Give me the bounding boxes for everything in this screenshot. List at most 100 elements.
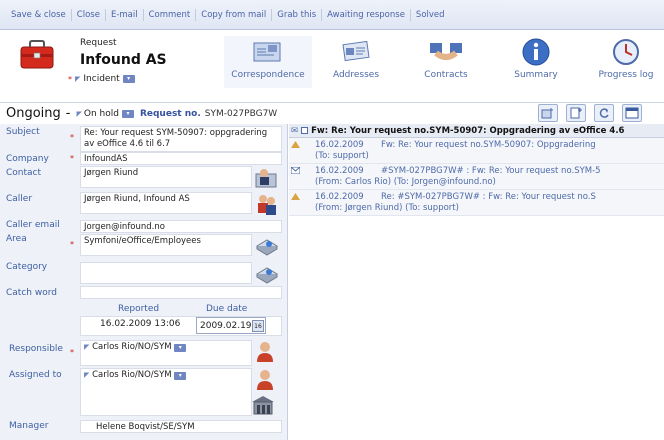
- catchword-field[interactable]: [80, 286, 282, 299]
- reported-value: 16.02.2009 13:06: [100, 319, 181, 329]
- subject-field[interactable]: Re: Your request SYM-50907: oppgradering…: [80, 126, 282, 152]
- area-label: Area: [6, 234, 27, 244]
- subject-label: Subject: [6, 127, 40, 137]
- tab-progress-log[interactable]: Progress log: [585, 36, 664, 88]
- refresh-icon[interactable]: [594, 104, 614, 122]
- building-icon[interactable]: [250, 392, 276, 419]
- category-field[interactable]: [80, 262, 252, 284]
- comment-button[interactable]: Comment: [144, 8, 197, 21]
- mail-subject: #SYM-027PBG7W# : Fw: Re: Your request no…: [381, 166, 601, 176]
- awaiting-response-button[interactable]: Awaiting response: [322, 8, 411, 21]
- responsible-value: Carlos Rio/NO/SYM: [92, 342, 172, 352]
- outgoing-mail-icon: [291, 193, 300, 200]
- assigned-value: Carlos Rio/NO/SYM: [92, 370, 172, 380]
- flag-icon: ◤: [76, 109, 82, 118]
- category-label: Category: [6, 262, 48, 272]
- close-button[interactable]: Close: [72, 8, 106, 21]
- outgoing-mail-icon: [291, 141, 300, 148]
- person-icon[interactable]: [254, 340, 276, 367]
- contact-label: Contact: [6, 168, 42, 178]
- assigned-field[interactable]: ◤ Carlos Rio/NO/SYM ▾: [80, 368, 252, 416]
- correspondence-panel: ✉ Fw: Re: Your request no.SYM-50907: Opp…: [289, 124, 664, 440]
- mail-party: (To: support): [315, 151, 369, 161]
- manager-field[interactable]: Helene Boqvist/SE/SYM: [80, 420, 282, 433]
- handshake-icon: [428, 39, 464, 68]
- dropdown-arrow-icon[interactable]: ▾: [121, 109, 134, 118]
- copy-from-mail-button[interactable]: Copy from mail: [196, 8, 273, 21]
- mail-date: 16.02.2009: [315, 140, 364, 150]
- caller-email-field[interactable]: Jorgen@infound.no: [80, 220, 282, 233]
- required-star-icon: *: [70, 133, 74, 142]
- tab-contracts[interactable]: Contracts: [402, 36, 490, 88]
- due-date-value: 2009.02.19: [200, 320, 252, 331]
- request-type-label: Request: [80, 38, 117, 48]
- mail-row[interactable]: 16.02.2009 #SYM-027PBG7W# : Fw: Re: Your …: [289, 164, 664, 190]
- category-picker-icon[interactable]: [254, 262, 280, 287]
- flag-icon: ◤: [84, 343, 90, 351]
- address-card-icon: [340, 39, 372, 68]
- request-form: Subject * Re: Your request SYM-50907: op…: [0, 124, 288, 440]
- status-separator: -: [65, 106, 71, 121]
- people-icon[interactable]: [254, 192, 280, 219]
- responsible-field[interactable]: ◤ Carlos Rio/NO/SYM ▾: [80, 340, 252, 366]
- required-star-icon: *: [70, 348, 74, 357]
- due-date-field[interactable]: 2009.02.19 16: [196, 317, 266, 334]
- email-button[interactable]: E-mail: [106, 8, 144, 21]
- tab-progress-log-label: Progress log: [598, 70, 654, 80]
- calendar-button[interactable]: 16: [252, 319, 264, 332]
- status-icon-group: [538, 104, 642, 122]
- customer-name: Infound AS: [80, 52, 167, 68]
- expand-icon[interactable]: [301, 127, 309, 134]
- tab-addresses[interactable]: Addresses: [312, 36, 400, 88]
- save-close-button[interactable]: Save & close: [6, 8, 72, 21]
- tab-correspondence-label: Correspondence: [231, 70, 305, 80]
- request-category[interactable]: * ◤ Incident ▾: [68, 74, 135, 84]
- catchword-label: Catch word: [6, 288, 57, 298]
- add-document-icon[interactable]: [566, 104, 586, 122]
- mail-row[interactable]: 16.02.2009 Fw: Re: Your request no.SYM-50…: [289, 138, 664, 164]
- contact-card-icon[interactable]: [254, 166, 280, 191]
- request-category-value: Incident: [83, 74, 120, 84]
- company-field[interactable]: InfoundAS: [80, 152, 282, 165]
- caller-email-label: Caller email: [6, 220, 60, 230]
- tab-summary[interactable]: Summary: [492, 36, 580, 88]
- request-number-label: Request no.: [139, 108, 201, 119]
- required-star-icon: *: [68, 74, 72, 84]
- request-number-value: SYM-027PBG7W: [204, 108, 278, 119]
- dropdown-arrow-icon[interactable]: ▾: [174, 344, 187, 352]
- mail-header-subject: Fw: Re: Your request no.SYM-50907: Oppgr…: [311, 125, 625, 136]
- person-icon[interactable]: [254, 368, 276, 395]
- window-icon[interactable]: [622, 104, 642, 122]
- toolbox-icon: [18, 38, 56, 73]
- status-bar: Ongoing - ◤ On hold ▾ Request no. SYM-02…: [0, 102, 664, 124]
- action-toolbar: Save & close Close E-mail Comment Copy f…: [0, 0, 664, 30]
- due-date-label: Due date: [206, 304, 248, 314]
- manager-label: Manager: [9, 421, 49, 431]
- area-picker-icon[interactable]: [254, 234, 280, 259]
- required-star-icon: *: [70, 240, 74, 249]
- grab-this-button[interactable]: Grab this: [272, 8, 323, 21]
- reported-label: Reported: [118, 304, 160, 314]
- new-request-icon[interactable]: [538, 104, 558, 122]
- area-field[interactable]: Symfoni/eOffice/Employees: [80, 234, 252, 256]
- tab-contracts-label: Contracts: [424, 70, 468, 80]
- status-label: Ongoing: [6, 106, 61, 121]
- contact-field[interactable]: Jørgen Riund: [80, 166, 252, 188]
- responsible-label: Responsible: [9, 344, 63, 354]
- info-icon: [521, 37, 551, 70]
- tab-summary-label: Summary: [514, 70, 558, 80]
- mail-party: (From: Jørgen Riund) (To: support): [315, 203, 459, 213]
- company-label: Company: [6, 154, 49, 164]
- mail-party: (From: Carlos Rio) (To: Jorgen@infound.n…: [315, 177, 496, 187]
- caller-field[interactable]: Jørgen Riund, Infound AS: [80, 192, 252, 214]
- sub-status-value[interactable]: On hold: [84, 109, 119, 119]
- envelope-icon: [252, 39, 284, 68]
- dropdown-arrow-icon[interactable]: ▾: [174, 372, 187, 380]
- mail-row[interactable]: 16.02.2009 Re: #SYM-027PBG7W# : Fw: Re: Y…: [289, 190, 664, 216]
- dropdown-arrow-icon[interactable]: ▾: [122, 75, 135, 83]
- solved-button[interactable]: Solved: [411, 9, 450, 21]
- tab-correspondence[interactable]: Correspondence: [224, 36, 312, 88]
- flag-icon: ◤: [84, 371, 90, 379]
- assigned-label: Assigned to: [9, 370, 62, 380]
- mail-subject: Fw: Re: Your request no.SYM-50907: Oppgr…: [381, 140, 596, 150]
